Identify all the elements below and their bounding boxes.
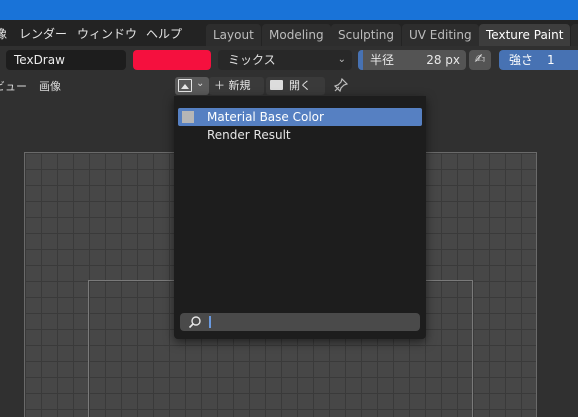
tab-layout[interactable]: Layout: [206, 24, 261, 46]
image-option-label: Material Base Color: [207, 110, 324, 124]
tool-settings-bar: TexDraw ミックス ⌄ 半径 28 px ✍ 強さ 1: [0, 46, 578, 74]
tab-sculpting[interactable]: Sculpting: [331, 24, 402, 46]
new-image-label: 新規: [228, 79, 251, 92]
new-image-button[interactable]: ＋ 新規: [209, 77, 264, 95]
pin-icon[interactable]: [333, 77, 349, 94]
search-input[interactable]: [206, 313, 416, 331]
menu-window[interactable]: ウィンドウ: [77, 25, 137, 42]
radius-label: 半径: [370, 53, 395, 67]
image-icon: [178, 79, 192, 92]
menu-image-editor[interactable]: 画像: [39, 78, 61, 94]
plus-icon: ＋: [214, 79, 225, 92]
open-image-label: 開く: [289, 79, 311, 92]
strength-label: 強さ: [509, 53, 534, 67]
open-image-button[interactable]: 開く: [266, 77, 325, 95]
image-option-label: Render Result: [207, 128, 291, 142]
pen-pressure-icon[interactable]: ✍: [469, 50, 491, 70]
strength-slider[interactable]: 強さ 1: [499, 50, 578, 70]
radius-value: 28 px: [426, 53, 460, 67]
menu-image[interactable]: 像: [0, 25, 7, 42]
folder-icon: [270, 80, 283, 90]
radius-slider[interactable]: 半径 28 px: [358, 50, 466, 70]
search-field[interactable]: [180, 313, 420, 331]
radius-slider-fill: [358, 50, 363, 70]
tab-modeling[interactable]: Modeling: [262, 24, 331, 46]
image-browse-button[interactable]: ⌄: [175, 77, 209, 95]
strength-value: 1: [547, 53, 555, 67]
top-menu-bar: 像 レンダー ウィンドウ ヘルプ Layout Modeling Sculpti…: [0, 20, 578, 46]
chevron-down-icon: ⌄: [196, 78, 205, 89]
title-bar: [0, 0, 578, 20]
tab-overflow[interactable]: [571, 24, 578, 46]
menu-render[interactable]: レンダー: [19, 25, 67, 42]
tab-texture-paint[interactable]: Texture Paint: [479, 24, 571, 46]
tab-uv-editing[interactable]: UV Editing: [402, 24, 479, 46]
brush-name-field[interactable]: TexDraw: [6, 50, 126, 70]
menu-view[interactable]: ビュー: [0, 78, 27, 94]
image-option-render-result[interactable]: Render Result: [178, 126, 422, 144]
chevron-down-icon: ⌄: [337, 54, 346, 65]
search-icon: [188, 316, 201, 329]
image-option-material-base-color[interactable]: Material Base Color: [178, 108, 422, 126]
image-thumbnail: [182, 111, 194, 123]
blend-mode-value: ミックス: [228, 53, 276, 67]
image-browse-popup: Material Base Color Render Result: [174, 96, 426, 339]
brush-color-swatch[interactable]: [133, 50, 211, 70]
menu-help[interactable]: ヘルプ: [146, 25, 182, 42]
blend-mode-select[interactable]: ミックス ⌄: [218, 50, 352, 70]
